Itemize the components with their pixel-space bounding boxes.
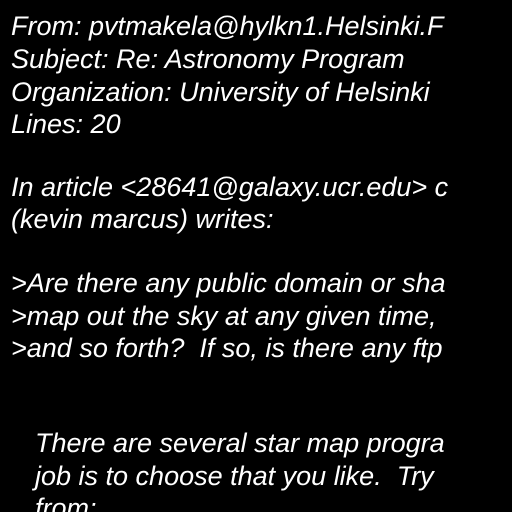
quoted-line: >Are there any public domain or sha	[11, 268, 446, 298]
quoted-line: >map out the sky at any given time,	[11, 301, 437, 331]
header-from: From: pvtmakela@hylkn1.Helsinki.F	[11, 11, 444, 41]
reply-line: from:	[35, 493, 97, 512]
attribution-line: In article <28641@galaxy.ucr.edu> c	[11, 172, 449, 202]
email-message-view: From: pvtmakela@hylkn1.Helsinki.F Subjec…	[0, 0, 512, 512]
header-organization: Organization: University of Helsinki	[11, 77, 430, 107]
header-subject: Subject: Re: Astronomy Program	[11, 44, 405, 74]
reply-line: There are several star map progra	[35, 428, 445, 458]
header-lines: Lines: 20	[11, 109, 121, 139]
quoted-line: >and so forth? If so, is there any ftp	[11, 333, 443, 363]
attribution-line: (kevin marcus) writes:	[11, 204, 274, 234]
reply-line: job is to choose that you like. Try	[35, 461, 434, 491]
